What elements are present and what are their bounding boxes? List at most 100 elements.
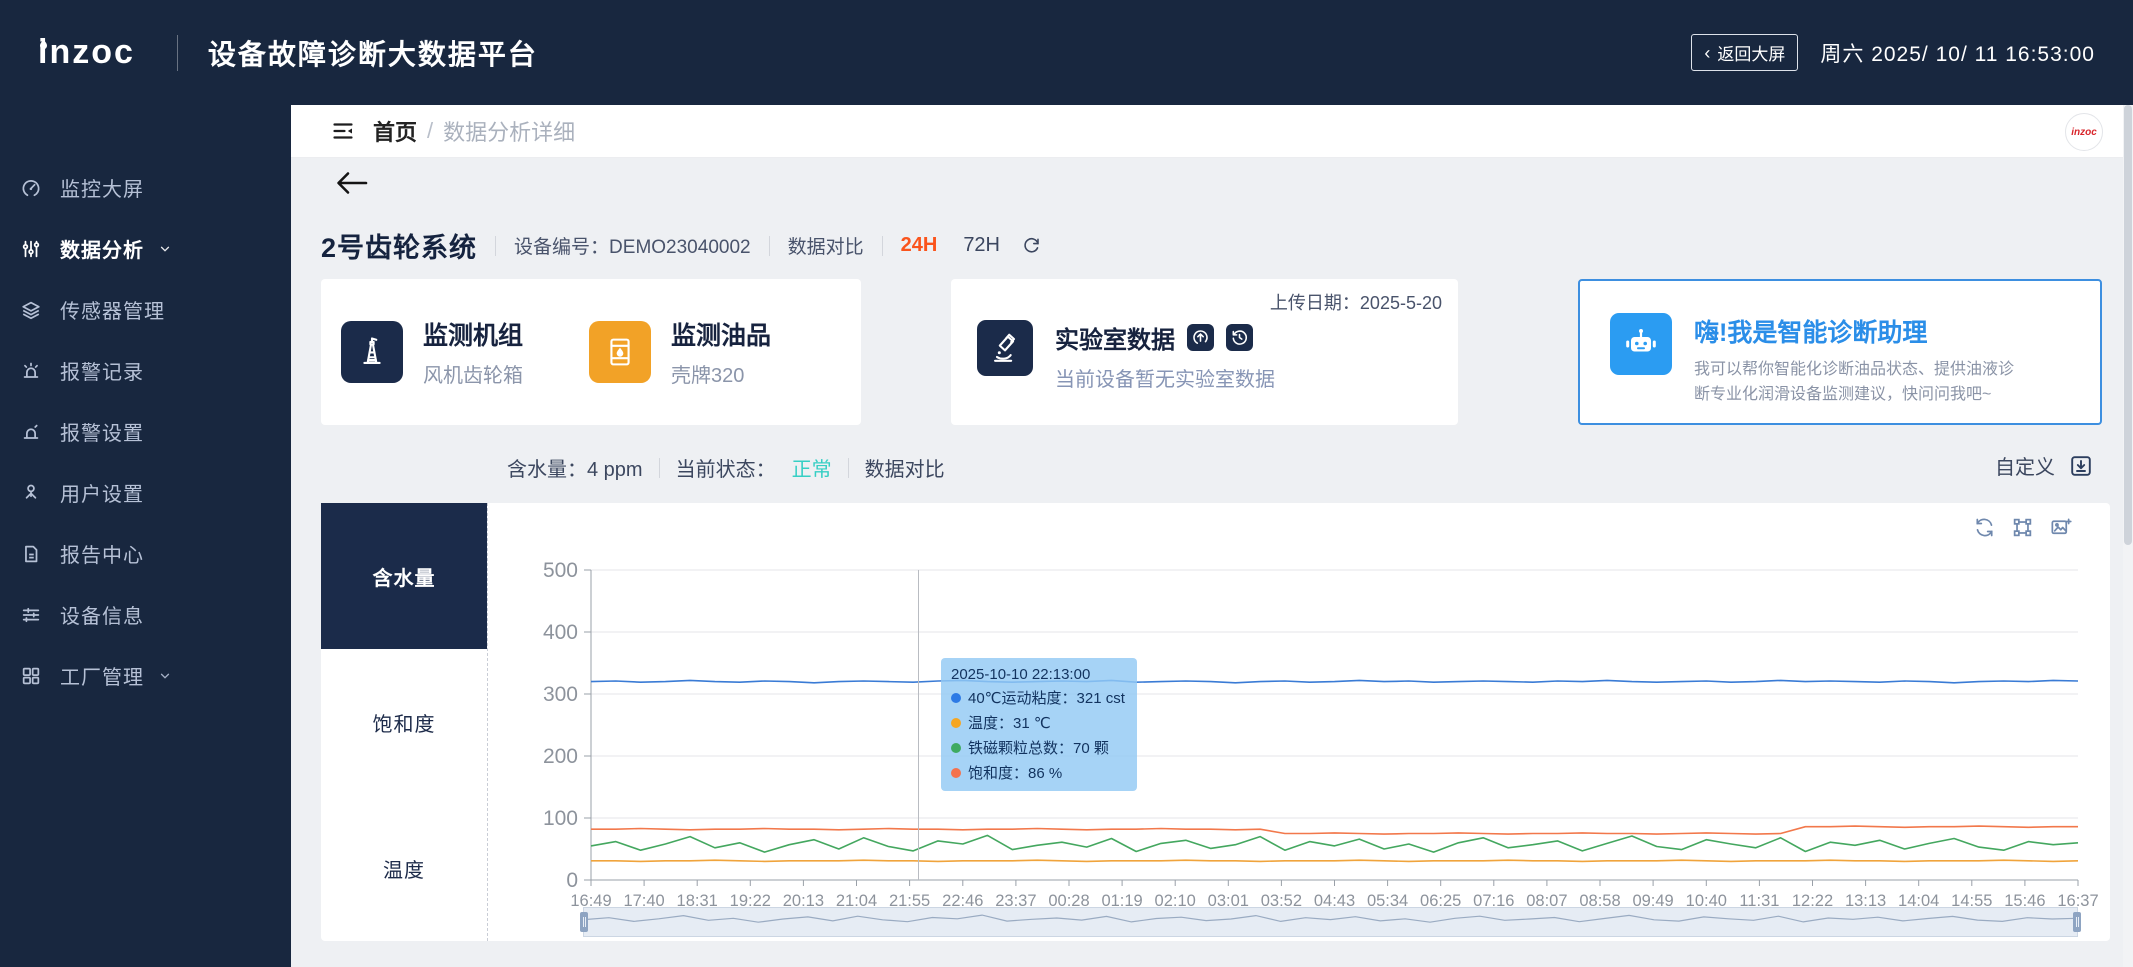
refresh-icon[interactable] <box>1022 236 1041 255</box>
lab-data-card: 上传日期：2025-5-20 实验室数据 <box>951 279 1458 425</box>
ai-assistant-card[interactable]: 嗨!我是智能诊断助理 我可以帮你智能化诊断油品状态、提供油液诊断专业化润滑设备监… <box>1578 279 2102 425</box>
back-to-bigscreen-button[interactable]: ‹ 返回大屏 <box>1691 34 1798 71</box>
app-header: inzoc 设备故障诊断大数据平台 ‹ 返回大屏 周六 2025/ 10/ 11… <box>0 0 2133 105</box>
assistant-desc: 我可以帮你智能化诊断油品状态、提供油液诊断专业化润滑设备监测建议，快问问我吧~ <box>1694 358 2024 408</box>
oil-subtitle: 壳牌320 <box>671 359 771 388</box>
wind-turbine-icon <box>341 321 403 383</box>
sidebar-item-device[interactable]: 设备信息 <box>0 584 291 645</box>
compare-link[interactable]: 数据对比 <box>865 453 945 482</box>
page: inzoc 设备故障诊断大数据平台 ‹ 返回大屏 周六 2025/ 10/ 11… <box>0 0 2133 967</box>
oil-barrel-icon <box>589 321 651 383</box>
factory-icon <box>20 665 42 687</box>
monitor-oil-group: 监测油品 壳牌320 <box>589 316 771 388</box>
range-24h-button[interactable]: 24H <box>901 234 938 257</box>
chevron-left-icon: ‹ <box>1704 44 1710 62</box>
sidebar-item-label: 用户设置 <box>60 478 144 507</box>
sidebar-item-alarm-record[interactable]: 报警记录 <box>0 340 291 401</box>
device-title: 2号齿轮系统 <box>321 226 477 265</box>
compare-label[interactable]: 数据对比 <box>788 232 864 259</box>
datazoom-slider[interactable] <box>583 907 2078 937</box>
sidebar-item-factory[interactable]: 工厂管理 <box>0 645 291 706</box>
scrollbar-thumb[interactable] <box>2124 105 2132 545</box>
sidebar-item-label: 报警记录 <box>60 356 144 385</box>
device-title-row: 2号齿轮系统 设备编号：DEMO23040002 数据对比 24H 72H <box>321 226 1041 265</box>
dashboard-icon <box>20 177 42 199</box>
zoom-select-icon[interactable] <box>2011 516 2034 539</box>
monitor-card: 监测机组 风机齿轮箱 监测油品 壳牌320 <box>321 279 861 425</box>
device-number: 设备编号：DEMO23040002 <box>514 232 751 259</box>
sidebar-item-label: 报告中心 <box>60 539 144 568</box>
assistant-title: 嗨!我是智能诊断助理 <box>1694 313 2024 349</box>
status-badge: 正常 <box>792 453 832 482</box>
datazoom-right-handle[interactable] <box>2073 912 2081 932</box>
chart-tab[interactable]: 含水量 <box>321 503 487 649</box>
back-button[interactable] <box>335 168 369 198</box>
main-content: 2号齿轮系统 设备编号：DEMO23040002 数据对比 24H 72H <box>291 158 2133 967</box>
svg-text:200: 200 <box>543 745 578 768</box>
save-image-icon[interactable] <box>2049 516 2072 539</box>
sensor-icon <box>20 299 42 321</box>
svg-text:100: 100 <box>543 807 578 830</box>
sidebar-item-label: 传感器管理 <box>60 295 165 324</box>
device-icon <box>20 604 42 626</box>
header-datetime: 周六 2025/ 10/ 11 16:53:00 <box>1820 38 2095 68</box>
sidebar-item-user[interactable]: 用户设置 <box>0 462 291 523</box>
unit-title: 监测机组 <box>423 316 523 352</box>
oil-title: 监测油品 <box>671 316 771 352</box>
chart-tab[interactable]: 饱和度 <box>321 649 487 795</box>
line-chart: 010020030040050016:4917:4018:3119:2220:1… <box>321 503 2110 941</box>
tooltip-timestamp: 2025-10-10 22:13:00 <box>951 666 1127 683</box>
tooltip-row: 40℃运动粘度：321 cst <box>951 687 1127 708</box>
robot-icon <box>1610 313 1672 375</box>
crosshair-line <box>918 570 919 880</box>
svg-text:500: 500 <box>543 559 578 582</box>
chart-tab[interactable]: 温度 <box>321 795 487 941</box>
page-scrollbar[interactable] <box>2123 105 2133 967</box>
sidebar-item-analysis[interactable]: 数据分析 <box>0 218 291 279</box>
sidebar-item-label: 数据分析 <box>60 234 144 263</box>
microscope-icon <box>977 320 1033 376</box>
analysis-icon <box>20 238 42 260</box>
svg-text:0: 0 <box>566 869 578 892</box>
current-state-label: 当前状态： <box>676 453 776 482</box>
sidebar-item-report[interactable]: 报告中心 <box>0 523 291 584</box>
restore-icon[interactable] <box>1973 516 1996 539</box>
alarm-record-icon <box>20 360 42 382</box>
custom-button[interactable]: 自定义 <box>1995 451 2055 480</box>
collapse-menu-icon[interactable] <box>331 119 355 143</box>
status-bar: 含水量：4 ppm 当前状态： 正常 数据对比 <box>507 453 945 482</box>
tooltip-row: 饱和度：86 % <box>951 762 1127 783</box>
water-content: 含水量：4 ppm <box>507 453 643 482</box>
breadcrumb-current: 数据分析详细 <box>443 115 575 147</box>
svg-text:400: 400 <box>543 621 578 644</box>
lab-title: 实验室数据 <box>1055 320 1175 355</box>
breadcrumb-home-link[interactable]: 首页 <box>373 115 417 147</box>
unit-subtitle: 风机齿轮箱 <box>423 359 523 388</box>
chevron-down-icon <box>158 669 172 683</box>
upload-icon[interactable] <box>1187 324 1214 351</box>
svg-text:300: 300 <box>543 683 578 706</box>
alarm-setting-icon <box>20 421 42 443</box>
sidebar-item-sensor[interactable]: 传感器管理 <box>0 279 291 340</box>
tooltip-row: 温度：31 ℃ <box>951 712 1127 733</box>
upload-date: 上传日期：2025-5-20 <box>1270 289 1442 315</box>
inzoc-logo: inzoc <box>38 33 135 72</box>
chart-panel: 含水量饱和度温度 010020030040050016:4917:4018:31… <box>321 503 2110 941</box>
range-72h-button[interactable]: 72H <box>963 234 1000 257</box>
sidebar-item-label: 工厂管理 <box>60 661 144 690</box>
download-icon[interactable] <box>2069 454 2093 478</box>
breadcrumb: 首页 / 数据分析详细 inzoc <box>291 105 2133 158</box>
history-icon[interactable] <box>1226 324 1253 351</box>
sidebar-item-dashboard[interactable]: 监控大屏 <box>0 157 291 218</box>
datazoom-left-handle[interactable] <box>580 912 588 932</box>
chevron-down-icon <box>158 242 172 256</box>
sidebar-item-alarm-setting[interactable]: 报警设置 <box>0 401 291 462</box>
avatar[interactable]: inzoc <box>2065 113 2103 151</box>
chart-tooltip: 2025-10-10 22:13:00 40℃运动粘度：321 cst 温度：31… <box>941 658 1137 791</box>
chart-tab-column: 含水量饱和度温度 <box>321 503 488 941</box>
sidebar-item-label: 监控大屏 <box>60 173 144 202</box>
tooltip-row: 铁磁颗粒总数：70 颗 <box>951 737 1127 758</box>
user-icon <box>20 482 42 504</box>
sidebar-item-label: 设备信息 <box>60 600 144 629</box>
monitor-unit-group: 监测机组 风机齿轮箱 <box>341 316 523 388</box>
